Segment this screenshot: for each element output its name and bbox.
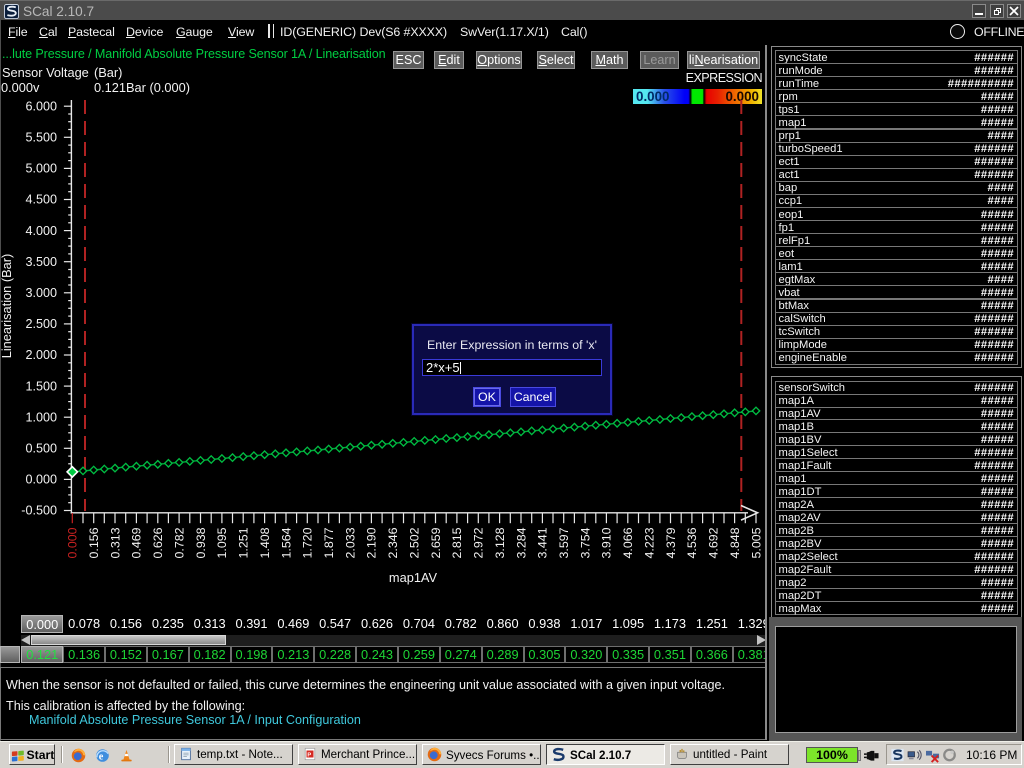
- svg-text:1.500: 1.500: [25, 379, 57, 393]
- svg-text:Linearisation (Bar): Linearisation (Bar): [0, 254, 14, 359]
- svg-text:0.469: 0.469: [130, 527, 144, 558]
- svg-text:3.441: 3.441: [536, 527, 550, 558]
- svg-text:2.033: 2.033: [343, 527, 357, 558]
- svg-text:0.938: 0.938: [194, 527, 208, 558]
- svg-text:5.500: 5.500: [25, 131, 57, 145]
- svg-text:2.815: 2.815: [450, 527, 464, 558]
- svg-text:4.692: 4.692: [707, 527, 721, 558]
- svg-text:5.000: 5.000: [25, 162, 57, 176]
- svg-text:4.066: 4.066: [621, 527, 635, 558]
- svg-text:4.000: 4.000: [25, 224, 57, 238]
- svg-text:1.877: 1.877: [322, 527, 336, 558]
- svg-text:2.000: 2.000: [25, 348, 57, 362]
- svg-text:3.000: 3.000: [25, 286, 57, 300]
- svg-text:2.502: 2.502: [408, 527, 422, 558]
- svg-text:0.782: 0.782: [172, 527, 186, 558]
- svg-text:2.659: 2.659: [429, 527, 443, 558]
- svg-text:4.500: 4.500: [25, 193, 57, 207]
- svg-text:0.000: 0.000: [66, 527, 80, 558]
- svg-text:P: P: [307, 752, 311, 758]
- svg-text:4.848: 4.848: [728, 527, 742, 558]
- svg-text:2.500: 2.500: [25, 317, 57, 331]
- svg-text:2.190: 2.190: [365, 527, 379, 558]
- svg-text:2.346: 2.346: [386, 527, 400, 558]
- svg-text:4.379: 4.379: [664, 527, 678, 558]
- svg-text:1.000: 1.000: [25, 410, 57, 424]
- svg-text:2.972: 2.972: [472, 527, 486, 558]
- svg-text:3.500: 3.500: [25, 255, 57, 269]
- svg-text:4.223: 4.223: [643, 527, 657, 558]
- svg-text:0.000: 0.000: [25, 473, 57, 487]
- svg-text:1.564: 1.564: [279, 527, 293, 558]
- svg-text:1.408: 1.408: [258, 527, 272, 558]
- svg-text:3.597: 3.597: [557, 527, 571, 558]
- svg-text:0.626: 0.626: [151, 527, 165, 558]
- svg-text:-0.500: -0.500: [21, 504, 57, 518]
- svg-text:5.005: 5.005: [749, 527, 763, 558]
- svg-text:3.910: 3.910: [600, 527, 614, 558]
- svg-text:4.536: 4.536: [685, 527, 699, 558]
- svg-text:1.095: 1.095: [215, 527, 229, 558]
- svg-text:1.251: 1.251: [237, 527, 251, 558]
- svg-text:3.754: 3.754: [578, 527, 592, 558]
- svg-text:0.156: 0.156: [87, 527, 101, 558]
- svg-text:1.720: 1.720: [301, 527, 315, 558]
- svg-text:map1AV: map1AV: [389, 570, 438, 585]
- svg-text:3.284: 3.284: [514, 527, 528, 558]
- svg-text:0.500: 0.500: [25, 442, 57, 456]
- svg-text:3.128: 3.128: [493, 527, 507, 558]
- svg-text:6.000: 6.000: [25, 99, 57, 113]
- svg-text:e: e: [99, 751, 104, 762]
- svg-text:0.313: 0.313: [108, 527, 122, 558]
